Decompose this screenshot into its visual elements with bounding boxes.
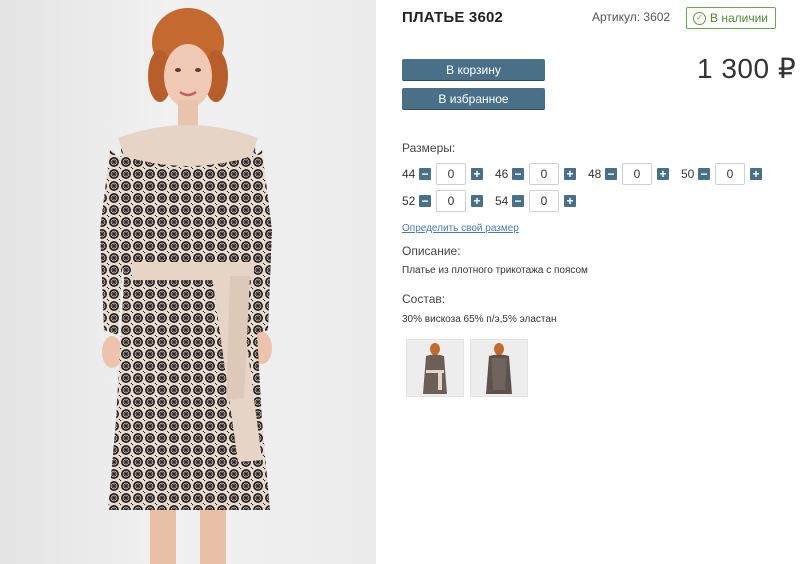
quantity-input[interactable]: 0 — [715, 163, 745, 185]
size-value: 52 — [402, 194, 416, 208]
minus-button[interactable]: − — [698, 168, 710, 180]
size-selector-48: 48 − 0 + — [588, 163, 669, 185]
plus-button[interactable]: + — [564, 168, 576, 180]
sizes-label: Размеры: — [402, 141, 456, 155]
plus-button[interactable]: + — [471, 195, 483, 207]
plus-button[interactable]: + — [750, 168, 762, 180]
plus-button[interactable]: + — [471, 168, 483, 180]
size-value: 54 — [495, 194, 509, 208]
description-text: Платье из плотного трикотажа с поясом — [402, 265, 588, 276]
product-thumbnail[interactable] — [470, 339, 528, 397]
size-value: 44 — [402, 167, 416, 181]
size-value: 46 — [495, 167, 509, 181]
size-row: 52 − 0 + 54 − 0 + — [402, 190, 588, 212]
size-value: 48 — [588, 167, 602, 181]
size-selector-46: 46 − 0 + — [495, 163, 576, 185]
description-label: Описание: — [402, 244, 461, 258]
minus-button[interactable]: − — [605, 168, 617, 180]
add-to-favorites-button[interactable]: В избранное — [402, 88, 545, 109]
quantity-input[interactable]: 0 — [529, 190, 559, 212]
product-main-image[interactable] — [0, 0, 376, 564]
size-selector-54: 54 − 0 + — [495, 190, 576, 212]
add-to-cart-button[interactable]: В корзину — [402, 59, 545, 80]
size-value: 50 — [681, 167, 695, 181]
product-price: 1 300 ₽ — [697, 53, 797, 84]
composition-label: Состав: — [402, 292, 446, 306]
quantity-input[interactable]: 0 — [436, 190, 466, 212]
size-selector-44: 44 − 0 + — [402, 163, 483, 185]
size-guide-link[interactable]: Определить свой размер — [402, 223, 519, 234]
size-selector-50: 50 − 0 + — [681, 163, 762, 185]
minus-button[interactable]: − — [512, 168, 524, 180]
size-row: 44 − 0 + 46 − 0 + 48 − 0 + 50 − 0 + — [402, 163, 774, 185]
check-circle-icon: ✓ — [693, 11, 706, 25]
plus-button[interactable]: + — [657, 168, 669, 180]
size-selector-52: 52 − 0 + — [402, 190, 483, 212]
stock-badge: ✓ В наличии — [686, 7, 777, 29]
composition-text: 30% вискоза 65% п/э,5% эластан — [402, 314, 557, 325]
product-thumbnail[interactable] — [406, 339, 464, 397]
quantity-input[interactable]: 0 — [529, 163, 559, 185]
quantity-input[interactable]: 0 — [436, 163, 466, 185]
stock-label: В наличии — [710, 11, 769, 25]
minus-button[interactable]: − — [419, 195, 431, 207]
product-title: ПЛАТЬЕ 3602 — [402, 9, 504, 26]
minus-button[interactable]: − — [512, 195, 524, 207]
minus-button[interactable]: − — [419, 168, 431, 180]
plus-button[interactable]: + — [564, 195, 576, 207]
quantity-input[interactable]: 0 — [622, 163, 652, 185]
product-sku: Артикул: 3602 — [592, 10, 671, 24]
